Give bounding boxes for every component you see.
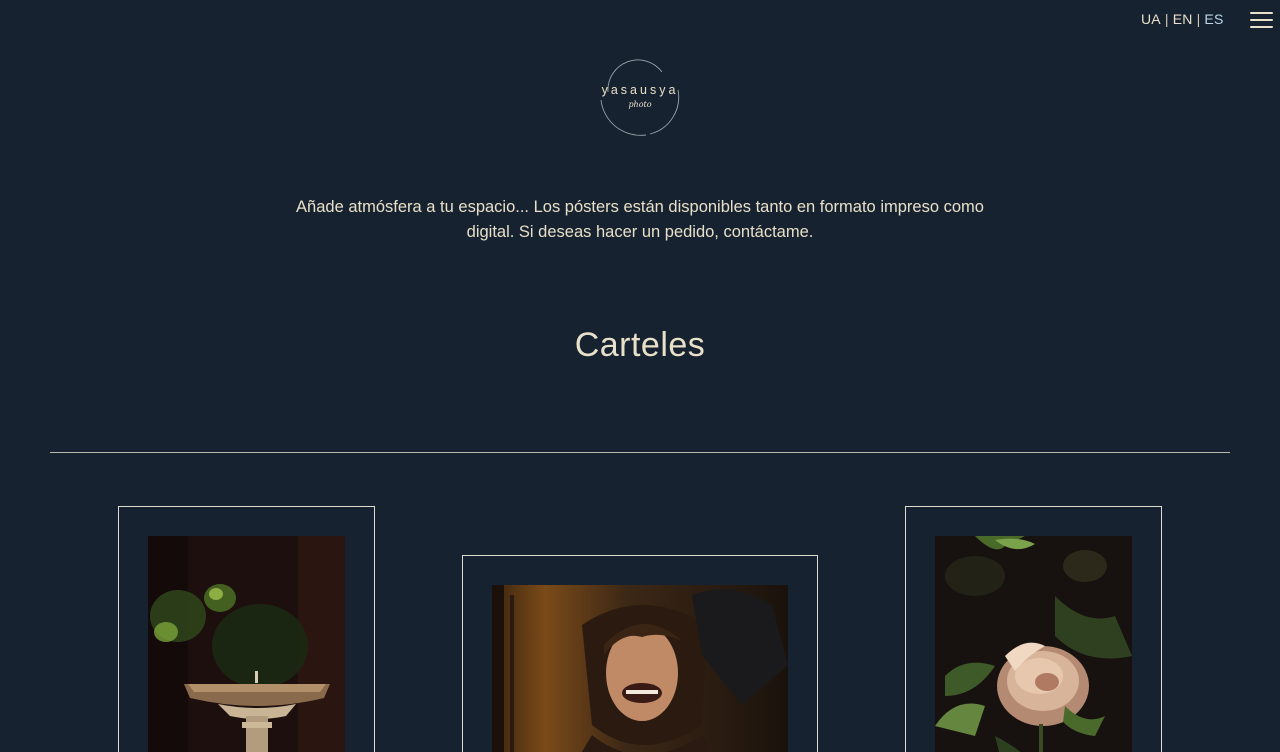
section-divider <box>50 452 1230 453</box>
language-separator: | <box>1164 11 1169 27</box>
poster-image-rose[interactable] <box>935 536 1132 752</box>
logo-brand-text: yasausya <box>601 83 679 97</box>
language-ua-link[interactable]: UA <box>1141 11 1161 27</box>
poster-card-rose[interactable] <box>905 506 1162 752</box>
page: UA | EN | ES yasausya photo Añade atmósf… <box>0 0 1280 752</box>
poster-card-fountain[interactable] <box>118 506 375 752</box>
poster-image-fountain[interactable] <box>148 536 345 752</box>
language-en-link[interactable]: EN <box>1173 11 1193 27</box>
language-separator: | <box>1196 11 1201 27</box>
poster-image-woman[interactable] <box>492 585 788 752</box>
language-switcher: UA | EN | ES <box>1141 11 1223 27</box>
logo-sub-text: photo <box>628 100 652 109</box>
hamburger-menu-icon[interactable] <box>1250 11 1273 29</box>
poster-card-woman[interactable] <box>462 555 818 752</box>
site-logo[interactable]: yasausya photo <box>590 50 690 140</box>
language-es-link[interactable]: ES <box>1204 11 1223 27</box>
intro-text: Añade atmósfera a tu espacio... Los póst… <box>296 198 984 241</box>
page-title: Carteles <box>574 326 706 364</box>
